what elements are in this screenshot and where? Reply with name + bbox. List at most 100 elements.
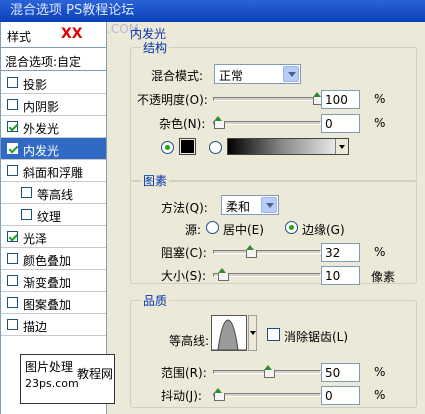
size-slider-thumb[interactable] <box>217 268 229 281</box>
quality-title: 品质 <box>141 292 170 309</box>
watermark-stamp-line3: 教程网 <box>77 367 114 381</box>
style-item[interactable]: 光泽 <box>1 226 106 248</box>
style-item-checkbox[interactable] <box>7 253 18 264</box>
noise-label: 杂色(N): <box>159 117 206 131</box>
style-item-label: 内发光 <box>23 144 60 158</box>
range-label: 范围(R): <box>161 366 207 380</box>
style-item[interactable]: 内阴影 <box>1 94 106 116</box>
jitter-label: 抖动(J): <box>161 389 202 403</box>
style-item[interactable]: 纹理 <box>1 204 106 226</box>
noise-slider-thumb[interactable] <box>214 116 225 129</box>
noise-value: 0 <box>325 117 333 131</box>
contour-picker[interactable] <box>211 315 247 351</box>
solid-color-radio[interactable] <box>161 141 174 154</box>
opacity-label: 不透明度(O): <box>137 93 208 107</box>
style-item-label: 图案叠加 <box>23 298 72 312</box>
size-slider[interactable] <box>213 268 321 281</box>
blend-mode-label: 混合模式: <box>151 69 204 83</box>
source-edge-radio[interactable] <box>285 221 298 234</box>
style-item-checkbox[interactable] <box>7 297 18 308</box>
antialias-checkbox[interactable] <box>267 328 280 341</box>
style-item-label: 内阴影 <box>23 100 60 114</box>
chevron-down-icon <box>261 197 277 213</box>
styles-label: 样式 <box>7 30 32 44</box>
watermark-stamp-line1: 图片处理 <box>25 360 74 374</box>
style-item-checkbox[interactable] <box>7 143 18 154</box>
range-input[interactable]: 50 <box>321 363 360 382</box>
style-item-checkbox[interactable] <box>7 231 18 242</box>
style-item-checkbox[interactable] <box>7 99 18 110</box>
elements-title: 图素 <box>141 172 170 189</box>
range-unit: % <box>374 365 386 379</box>
structure-group: 结构 混合模式: 正常 不透明度(O): 100 % 杂色(N): 0 % <box>130 39 417 182</box>
style-item[interactable]: 外发光 <box>1 116 106 138</box>
noise-slider[interactable] <box>213 116 321 129</box>
contour-dropdown-button[interactable] <box>248 315 257 351</box>
style-item[interactable]: 等高线 <box>1 182 106 204</box>
chevron-down-icon <box>339 145 345 149</box>
style-item[interactable]: 颜色叠加 <box>1 248 106 270</box>
opacity-unit: % <box>374 92 386 106</box>
size-value: 10 <box>325 269 341 283</box>
choke-slider-thumb[interactable] <box>245 245 257 258</box>
choke-unit: % <box>374 245 386 259</box>
choke-input[interactable]: 32 <box>321 243 360 262</box>
watermark-stamp-line2: 23ps.com <box>25 377 79 390</box>
jitter-input[interactable]: 0 <box>321 386 360 405</box>
opacity-slider[interactable] <box>213 92 324 105</box>
blend-mode-value: 正常 <box>219 69 244 83</box>
noise-unit: % <box>374 116 386 130</box>
style-item-checkbox[interactable] <box>21 187 32 198</box>
style-item[interactable]: 斜面和浮雕 <box>1 160 106 182</box>
watermark-stamp: 图片处理 教程网 23ps.com <box>20 354 115 404</box>
style-item[interactable]: 渐变叠加 <box>1 270 106 292</box>
style-item-checkbox[interactable] <box>7 275 18 286</box>
choke-value: 32 <box>325 246 341 260</box>
chevron-down-icon <box>250 331 256 335</box>
gradient-radio[interactable] <box>209 141 222 154</box>
choke-slider[interactable] <box>213 245 321 258</box>
style-item-checkbox[interactable] <box>7 319 18 330</box>
size-unit: 像素 <box>371 270 396 284</box>
choke-label: 阻塞(C): <box>161 246 207 260</box>
style-item[interactable]: 内发光 <box>1 138 106 160</box>
watermark-top-line: 混合选项 PS教程论坛 <box>10 3 135 18</box>
style-item-label: 纹理 <box>37 210 62 224</box>
glow-color-swatch[interactable] <box>179 138 196 155</box>
style-item[interactable]: 描边 <box>1 314 106 336</box>
chevron-down-icon <box>283 66 299 82</box>
contour-curve-icon <box>212 319 246 351</box>
style-item-checkbox[interactable] <box>7 77 18 88</box>
blend-options-item[interactable]: 混合选项:自定 <box>1 49 106 71</box>
range-slider-thumb[interactable] <box>263 365 275 378</box>
style-item[interactable]: 图案叠加 <box>1 292 106 314</box>
elements-group: 图素 方法(Q): 柔和 源: 居中(E) 边缘(G) 阻塞(C): 32 % … <box>130 172 417 285</box>
style-item-label: 颜色叠加 <box>23 254 72 268</box>
source-edge-label[interactable]: 边缘(G) <box>302 221 345 238</box>
opacity-input[interactable]: 100 <box>321 90 360 109</box>
source-center-radio[interactable] <box>206 221 219 234</box>
style-item-checkbox[interactable] <box>7 165 18 176</box>
range-value: 50 <box>325 366 341 380</box>
source-label: 源: <box>185 223 202 237</box>
glow-gradient-picker[interactable] <box>227 138 349 155</box>
style-item-checkbox[interactable] <box>21 209 32 220</box>
noise-input[interactable]: 0 <box>321 114 360 133</box>
style-item[interactable]: 投影 <box>1 72 106 94</box>
contour-label: 等高线: <box>169 334 210 348</box>
range-slider[interactable] <box>213 365 321 378</box>
jitter-slider-thumb[interactable] <box>214 388 225 401</box>
quality-group: 品质 等高线: 消除锯齿(L) 范围(R): 50 % 抖动(J): 0 % <box>130 292 417 408</box>
technique-select[interactable]: 柔和 <box>221 195 279 215</box>
size-input[interactable]: 10 <box>321 266 360 285</box>
antialias-label[interactable]: 消除锯齿(L) <box>284 328 348 345</box>
structure-title: 结构 <box>141 39 170 56</box>
gradient-dropdown-button[interactable] <box>335 139 348 154</box>
jitter-slider[interactable] <box>213 388 321 401</box>
size-label: 大小(S): <box>161 269 207 283</box>
style-item-checkbox[interactable] <box>7 121 18 132</box>
styles-header[interactable]: 样式 XX <box>1 22 106 48</box>
style-item-label: 渐变叠加 <box>23 276 72 290</box>
blend-mode-select[interactable]: 正常 <box>214 64 301 84</box>
source-center-label[interactable]: 居中(E) <box>223 221 264 238</box>
